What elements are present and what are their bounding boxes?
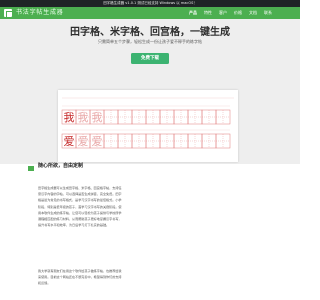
navbar: 书法字帖生成器 产品 特性 客户 价格 文档 联系 <box>0 7 300 19</box>
grid-cell <box>215 109 231 125</box>
features-paragraph-secondary: 我大学就有朋友们在用这个软件给孩子做练字帖，也推荐给我来使用。目前这个网站还在不… <box>38 269 122 286</box>
hero-subtitle: 只需简单五个步骤，轻松生成一份让孩子爱不释手的练字帖 <box>98 39 202 44</box>
worksheet-preview: 我我我爱爱爱 <box>58 90 238 162</box>
grid-cell <box>159 109 175 125</box>
hero-title: 田字格、米字格、回宫格，一键生成 <box>70 27 230 38</box>
grid-cell <box>187 109 203 125</box>
nav-item-4[interactable]: 文档 <box>249 7 257 19</box>
trace-char: 我 <box>78 111 89 124</box>
practice-char: 爱 <box>64 135 75 148</box>
features-paragraph: 田字格生成器可以生成田字格、米字格、回宫格字帖，支持任意汉字内容的字帖，可以选择… <box>38 186 122 228</box>
grid-cell <box>201 109 217 125</box>
grid-cell <box>215 133 231 149</box>
feature-bullet-icon <box>28 166 34 171</box>
trace-char: 爱 <box>92 135 103 148</box>
logo-icon[interactable] <box>4 9 13 18</box>
practice-char: 我 <box>64 111 75 124</box>
nav-item-2[interactable]: 客户 <box>219 7 227 19</box>
grid-cell <box>131 133 147 149</box>
grid-cell <box>173 133 189 149</box>
nav-item-3[interactable]: 价格 <box>234 7 242 19</box>
notice-bar: 田字格生成器 v1.0.1 测试已经支持 Windows 以 macOS！ <box>0 0 300 7</box>
grid-cell <box>145 133 161 149</box>
trace-char: 我 <box>92 111 103 124</box>
grid-cell <box>103 133 119 149</box>
nav-menu: 产品 特性 客户 价格 文档 联系 <box>189 7 279 19</box>
grid-cell <box>103 109 119 125</box>
grid-cell <box>117 133 133 149</box>
grid-cell <box>201 133 217 149</box>
grid-cell <box>117 109 133 125</box>
trace-char: 爱 <box>78 135 89 148</box>
nav-item-5[interactable]: 联系 <box>264 7 272 19</box>
grid-cell <box>187 133 203 149</box>
download-button[interactable]: 免费下载 <box>131 53 169 64</box>
grid-cell <box>159 133 175 149</box>
grid-cell <box>145 109 161 125</box>
grid-cell <box>131 109 147 125</box>
grid-cell <box>173 109 189 125</box>
brand-name[interactable]: 书法字帖生成器 <box>16 7 64 19</box>
notice-text: 田字格生成器 v1.0.1 测试已经支持 Windows 以 macOS！ <box>103 1 197 5</box>
nav-item-0[interactable]: 产品 <box>189 7 197 19</box>
features-title: 随心所欲，自由定制 <box>38 163 84 169</box>
nav-item-1[interactable]: 特性 <box>204 7 212 19</box>
worksheet-grid: 我我我爱爱爱 <box>61 97 234 149</box>
